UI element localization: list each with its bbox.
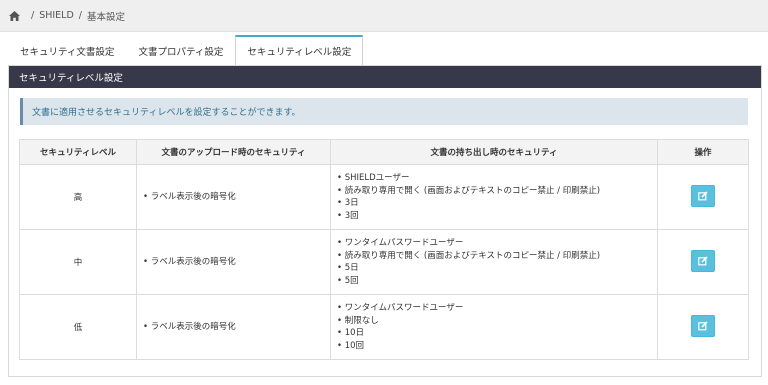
list-item: 5回 bbox=[337, 275, 656, 288]
list-item: 10回 bbox=[337, 340, 656, 353]
list-item: 読み取り専用で開く (画面およびテキストのコピー禁止 / 印刷禁止) bbox=[337, 250, 656, 263]
edit-button[interactable] bbox=[691, 249, 715, 272]
edit-button[interactable] bbox=[691, 314, 715, 337]
tab-security-document-settings[interactable]: セキュリティ文書設定 bbox=[8, 36, 126, 65]
panel-title: セキュリティレベル設定 bbox=[9, 66, 761, 88]
column-header-level: セキュリティレベル bbox=[19, 139, 137, 165]
list-item: 3日 bbox=[337, 197, 656, 210]
level-cell: 低 bbox=[19, 294, 137, 360]
tab-bar: セキュリティ文書設定 文書プロパティ設定 セキュリティレベル設定 bbox=[8, 35, 364, 65]
upload-security-cell: ラベル表示後の暗号化 bbox=[136, 164, 331, 230]
edit-icon bbox=[698, 255, 708, 265]
actions-cell bbox=[657, 229, 749, 295]
table-row: 高 ラベル表示後の暗号化 SHIELDユーザー 読み取り専用で開く (画面および… bbox=[19, 164, 749, 230]
list-item: 5日 bbox=[337, 262, 656, 275]
list-item: SHIELDユーザー bbox=[337, 172, 656, 185]
edit-button[interactable] bbox=[691, 184, 715, 207]
upload-security-cell: ラベル表示後の暗号化 bbox=[136, 229, 331, 295]
edit-icon bbox=[698, 320, 708, 330]
tab-document-property-settings[interactable]: 文書プロパティ設定 bbox=[126, 36, 235, 65]
actions-cell bbox=[657, 164, 749, 230]
breadcrumb-item-shield[interactable]: SHIELD bbox=[39, 10, 74, 21]
column-header-export-security: 文書の持ち出し時のセキュリティ bbox=[330, 139, 658, 165]
list-item: ワンタイムパスワードユーザー bbox=[337, 302, 656, 315]
list-item: 3回 bbox=[337, 210, 656, 223]
home-icon[interactable] bbox=[9, 10, 20, 21]
list-item: ラベル表示後の暗号化 bbox=[143, 321, 329, 334]
level-cell: 高 bbox=[19, 164, 137, 230]
list-item: 10日 bbox=[337, 327, 656, 340]
level-cell: 中 bbox=[19, 229, 137, 295]
list-item: 読み取り専用で開く (画面およびテキストのコピー禁止 / 印刷禁止) bbox=[337, 185, 656, 198]
breadcrumb-separator: / bbox=[31, 10, 35, 21]
actions-cell bbox=[657, 294, 749, 360]
breadcrumb-separator: / bbox=[78, 10, 82, 21]
table-row: 低 ラベル表示後の暗号化 ワンタイムパスワードユーザー 制限なし 10日 10回 bbox=[19, 294, 749, 360]
breadcrumb: / SHIELD / 基本設定 bbox=[0, 0, 768, 32]
info-message: 文書に適用させるセキュリティレベルを設定することができます。 bbox=[20, 98, 748, 125]
table-row: 中 ラベル表示後の暗号化 ワンタイムパスワードユーザー 読み取り専用で開く (画… bbox=[19, 229, 749, 295]
export-security-cell: SHIELDユーザー 読み取り専用で開く (画面およびテキストのコピー禁止 / … bbox=[330, 164, 658, 230]
list-item: ラベル表示後の暗号化 bbox=[143, 191, 329, 204]
list-item: 制限なし bbox=[337, 315, 656, 328]
list-item: ワンタイムパスワードユーザー bbox=[337, 237, 656, 250]
export-security-cell: ワンタイムパスワードユーザー 制限なし 10日 10回 bbox=[330, 294, 658, 360]
column-header-actions: 操作 bbox=[657, 139, 749, 165]
edit-icon bbox=[698, 190, 708, 200]
security-level-panel: セキュリティレベル設定 文書に適用させるセキュリティレベルを設定することができま… bbox=[8, 65, 762, 377]
column-header-upload-security: 文書のアップロード時のセキュリティ bbox=[136, 139, 331, 165]
export-security-cell: ワンタイムパスワードユーザー 読み取り専用で開く (画面およびテキストのコピー禁… bbox=[330, 229, 658, 295]
breadcrumb-item-basic-settings: 基本設定 bbox=[87, 11, 126, 23]
tab-security-level-settings[interactable]: セキュリティレベル設定 bbox=[235, 35, 364, 65]
upload-security-cell: ラベル表示後の暗号化 bbox=[136, 294, 331, 360]
security-level-table: セキュリティレベル 文書のアップロード時のセキュリティ 文書の持ち出し時のセキュ… bbox=[19, 139, 749, 360]
list-item: ラベル表示後の暗号化 bbox=[143, 256, 329, 269]
